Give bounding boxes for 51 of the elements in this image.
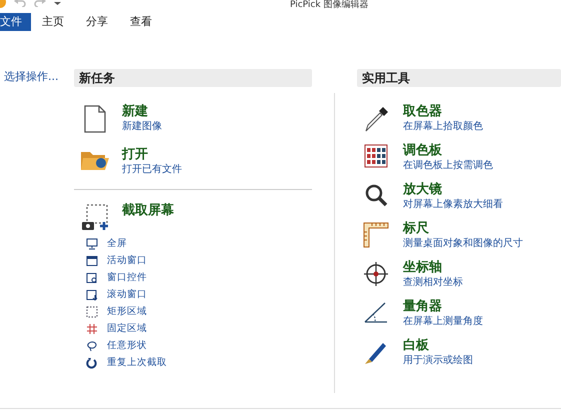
- ribbon-tab[interactable]: 文件: [0, 13, 31, 31]
- palette-icon: [364, 144, 388, 168]
- undo-icon[interactable]: [14, 0, 26, 7]
- capture-option[interactable]: 固定区域: [107, 323, 147, 335]
- sidebar-heading[interactable]: 选择操作...: [4, 70, 58, 83]
- capture-option[interactable]: 活动窗口: [107, 255, 147, 267]
- window-search-icon: [86, 272, 98, 284]
- item-description: 查测相对坐标: [403, 276, 463, 290]
- monitor-icon: [86, 238, 98, 250]
- dashed-rectangle-icon: [86, 306, 98, 318]
- lasso-icon: [86, 340, 98, 352]
- item-description: 在屏幕上拾取颜色: [403, 120, 483, 134]
- ribbon-tab[interactable]: 分享: [75, 13, 119, 31]
- repeat-icon: [86, 357, 98, 369]
- item-description: 新建图像: [122, 120, 162, 134]
- section-header: 实用工具: [357, 69, 561, 87]
- item-title[interactable]: 取色器: [403, 103, 483, 120]
- search-icon: [364, 183, 388, 207]
- section-header: 新任务: [74, 69, 312, 87]
- crosshair-icon: [363, 261, 389, 287]
- document-icon: [84, 105, 106, 133]
- item-title[interactable]: 标尺: [403, 220, 523, 237]
- grid-icon: [86, 323, 98, 335]
- item-description: 在调色板上按需调色: [403, 159, 493, 173]
- capture-option[interactable]: 任意形状: [107, 340, 147, 352]
- item-title[interactable]: 调色板: [403, 142, 493, 159]
- ruler-icon: [363, 222, 389, 248]
- item-title[interactable]: 量角器: [403, 298, 483, 315]
- item-description: 对屏幕上像素放大细看: [403, 198, 503, 212]
- screen-capture-icon: [81, 204, 109, 232]
- window-icon: [86, 255, 98, 267]
- item-title[interactable]: 新建: [122, 103, 162, 120]
- item-description: 测量桌面对象和图像的尺寸: [403, 237, 523, 251]
- item-description: 用于演示或绘图: [403, 354, 473, 368]
- item-title[interactable]: 白板: [403, 337, 473, 354]
- capture-option[interactable]: 窗口控件: [107, 272, 147, 284]
- capture-option[interactable]: 矩形区域: [107, 306, 147, 318]
- item-title[interactable]: 坐标轴: [403, 259, 463, 276]
- capture-option[interactable]: 滚动窗口: [107, 289, 147, 301]
- ribbon-tab[interactable]: 查看: [119, 13, 163, 31]
- item-description: 打开已有文件: [122, 163, 182, 177]
- capture-option[interactable]: 重复上次截取: [107, 357, 167, 369]
- redo-icon[interactable]: [34, 0, 46, 7]
- item-title[interactable]: 打开: [122, 146, 182, 163]
- ribbon-tab[interactable]: 主页: [31, 13, 75, 31]
- item-title[interactable]: 放大镜: [403, 181, 503, 198]
- angle-icon: [363, 300, 389, 324]
- item-title[interactable]: 截取屏幕: [122, 202, 174, 219]
- capture-option[interactable]: 全屏: [107, 238, 127, 250]
- dropdown-caret-icon[interactable]: [54, 0, 61, 5]
- item-description: 在屏幕上测量角度: [403, 315, 483, 329]
